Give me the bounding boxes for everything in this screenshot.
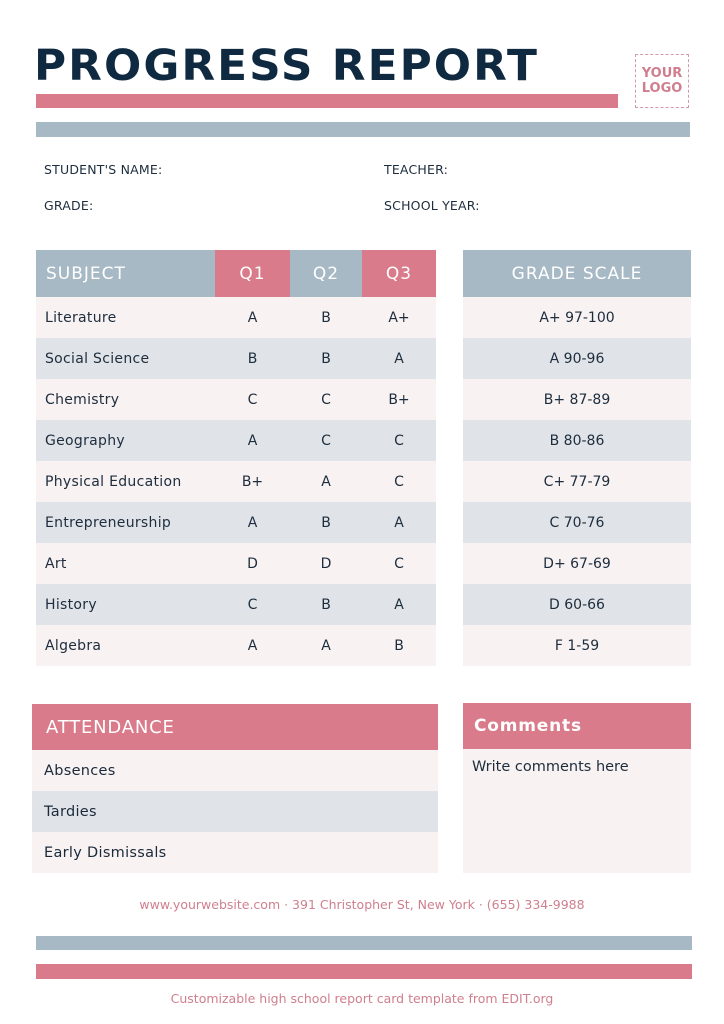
header-blue-bar: [36, 122, 690, 137]
grade-scale-row: B 80-86: [463, 420, 691, 461]
logo-line-2: LOGO: [641, 81, 683, 96]
grade-scale-row: F 1-59: [463, 625, 691, 666]
school-year-label: SCHOOL YEAR:: [384, 198, 480, 213]
logo-line-1: YOUR: [641, 66, 683, 81]
grade-q3: A: [362, 502, 436, 543]
grade-scale-item: B 80-86: [463, 420, 691, 461]
grade-scale-row: A 90-96: [463, 338, 691, 379]
grade-scale-row: A+ 97-100: [463, 297, 691, 338]
table-row: Social Science B B A: [36, 338, 436, 379]
student-name-label: STUDENT'S NAME:: [44, 162, 163, 177]
grade-scale-item: D 60-66: [463, 584, 691, 625]
comments-section: Comments Write comments here: [463, 703, 691, 873]
grade-scale-item: D+ 67-69: [463, 543, 691, 584]
grade-q3: A: [362, 338, 436, 379]
attendance-section: ATTENDANCE Absences Tardies Early Dismis…: [32, 704, 438, 873]
subject-name: Geography: [36, 420, 215, 461]
grade-scale-row: C+ 77-79: [463, 461, 691, 502]
grade-q1: B: [215, 338, 290, 379]
page-title: PROGRESS REPORT: [34, 41, 539, 91]
attendance-row-tardies: Tardies: [32, 791, 438, 832]
grade-q1: C: [215, 584, 290, 625]
contact-info: www.yourwebsite.com · 391 Christopher St…: [139, 897, 585, 912]
subject-name: Social Science: [36, 338, 215, 379]
grade-q3: C: [362, 543, 436, 584]
grade-scale-row: D+ 67-69: [463, 543, 691, 584]
grade-q2: A: [290, 461, 362, 502]
comments-field[interactable]: Write comments here: [463, 749, 691, 785]
grade-q1: A: [215, 502, 290, 543]
grade-q2: C: [290, 379, 362, 420]
grade-q2: C: [290, 420, 362, 461]
grade-q1: C: [215, 379, 290, 420]
grade-scale-row: C 70-76: [463, 502, 691, 543]
grade-q1: D: [215, 543, 290, 584]
footer-blue-bar: [36, 936, 692, 950]
grade-q3: A: [362, 584, 436, 625]
grade-label: GRADE:: [44, 198, 94, 213]
credit-text: Customizable high school report card tem…: [170, 991, 554, 1006]
column-header-q3: Q3: [362, 250, 436, 297]
table-row: Literature A B A+: [36, 297, 436, 338]
grade-q1: B+: [215, 461, 290, 502]
grade-scale-item: A+ 97-100: [463, 297, 691, 338]
grade-scale-row: B+ 87-89: [463, 379, 691, 420]
attendance-row-absences: Absences: [32, 750, 438, 791]
grade-scale-row: D 60-66: [463, 584, 691, 625]
subject-name: Literature: [36, 297, 215, 338]
teacher-label: TEACHER:: [384, 162, 449, 177]
table-row: Chemistry C C B+: [36, 379, 436, 420]
column-header-subject: SUBJECT: [36, 250, 215, 297]
subject-name: Physical Education: [36, 461, 215, 502]
header-pink-bar: [36, 94, 618, 108]
grade-q3: A+: [362, 297, 436, 338]
comments-title: Comments: [463, 703, 691, 749]
grade-scale-item: C 70-76: [463, 502, 691, 543]
subject-name: Art: [36, 543, 215, 584]
grade-q1: A: [215, 420, 290, 461]
grade-q2: B: [290, 584, 362, 625]
logo-placeholder[interactable]: YOUR LOGO: [635, 54, 689, 108]
grade-scale-title: GRADE SCALE: [463, 250, 691, 297]
grade-q1: A: [215, 625, 290, 666]
grade-q2: A: [290, 625, 362, 666]
grade-q3: C: [362, 420, 436, 461]
grade-scale-item: B+ 87-89: [463, 379, 691, 420]
subject-name: History: [36, 584, 215, 625]
grade-scale-table: GRADE SCALE A+ 97-100 A 90-96 B+ 87-89 B…: [463, 250, 691, 666]
subject-name: Entrepreneurship: [36, 502, 215, 543]
attendance-title: ATTENDANCE: [32, 704, 438, 750]
table-row: Geography A C C: [36, 420, 436, 461]
table-row: Algebra A A B: [36, 625, 436, 666]
grade-q3: B: [362, 625, 436, 666]
grade-q3: B+: [362, 379, 436, 420]
grades-table: SUBJECT Q1 Q2 Q3 Literature A B A+ Socia…: [36, 250, 436, 666]
grade-q2: B: [290, 338, 362, 379]
subject-name: Algebra: [36, 625, 215, 666]
column-header-q1: Q1: [215, 250, 290, 297]
footer-pink-bar: [36, 964, 692, 979]
subject-name: Chemistry: [36, 379, 215, 420]
grade-q1: A: [215, 297, 290, 338]
attendance-row-early-dismissals: Early Dismissals: [32, 832, 438, 873]
grade-scale-item: A 90-96: [463, 338, 691, 379]
grade-scale-item: C+ 77-79: [463, 461, 691, 502]
table-row: Physical Education B+ A C: [36, 461, 436, 502]
column-header-q2: Q2: [290, 250, 362, 297]
table-row: History C B A: [36, 584, 436, 625]
grade-q2: D: [290, 543, 362, 584]
grade-q2: B: [290, 297, 362, 338]
grades-table-header: SUBJECT Q1 Q2 Q3: [36, 250, 436, 297]
table-row: Art D D C: [36, 543, 436, 584]
grade-q2: B: [290, 502, 362, 543]
table-row: Entrepreneurship A B A: [36, 502, 436, 543]
grade-scale-item: F 1-59: [463, 625, 691, 666]
grade-q3: C: [362, 461, 436, 502]
